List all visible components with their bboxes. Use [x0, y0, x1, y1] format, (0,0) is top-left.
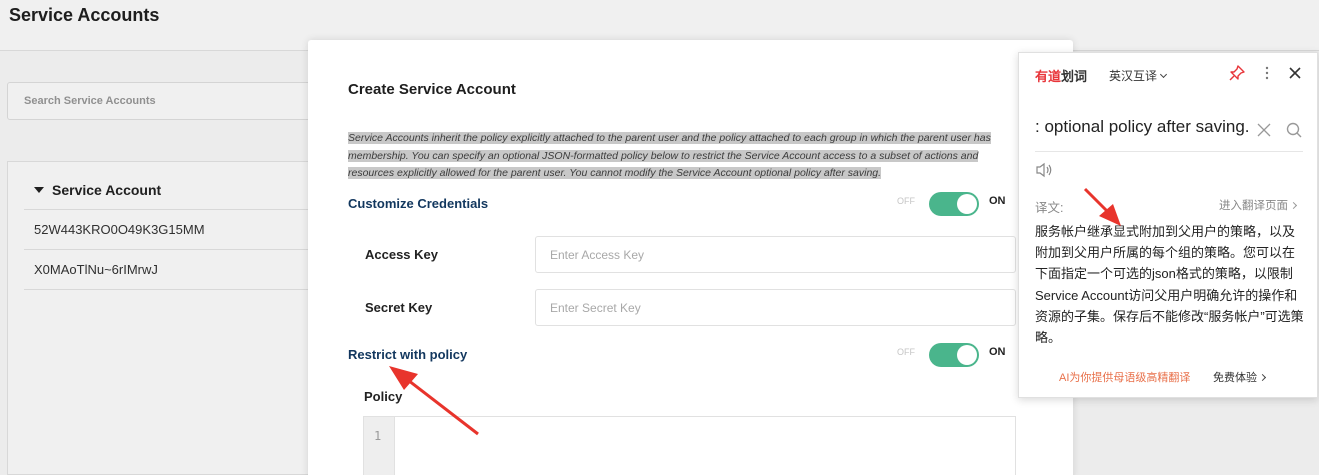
customize-credentials-label: Customize Credentials [348, 196, 489, 211]
query-text[interactable]: : optional policy after saving. [1035, 117, 1265, 137]
toggle-track[interactable] [929, 343, 979, 367]
chevron-down-icon [1159, 70, 1168, 79]
translation-label: 译文: [1035, 201, 1064, 215]
open-translate-page-link[interactable]: 进入翻译页面 [1219, 197, 1298, 213]
access-key-input[interactable] [535, 236, 1016, 273]
free-trial-link[interactable]: 免费体验 [1213, 369, 1267, 385]
secret-key-label: Secret Key [365, 300, 433, 315]
create-service-account-modal: Create Service Account Service Accounts … [308, 40, 1073, 475]
toggle-track[interactable] [929, 192, 979, 216]
translation-text: 服务帐户继承显式附加到父用户的策略，以及附加到父用户所属的每个组的策略。您可以在… [1035, 224, 1304, 346]
more-icon[interactable] [1257, 63, 1277, 83]
chevron-right-icon [1258, 373, 1267, 382]
toggle-off-label: OFF [897, 196, 915, 206]
translate-mode-dropdown[interactable]: 英汉互译 [1109, 67, 1168, 84]
policy-editor[interactable]: 1 [363, 416, 1016, 475]
toggle-knob [957, 345, 977, 365]
secret-key-input[interactable] [535, 289, 1016, 326]
search-icon[interactable] [1285, 121, 1303, 139]
chevron-right-icon [1289, 201, 1298, 210]
promo-text: AI为你提供母语级高精翻译 [1059, 372, 1191, 384]
divider [1035, 151, 1303, 152]
policy-label: Policy [364, 389, 403, 404]
toggle-on-label: ON [989, 346, 1006, 358]
close-icon[interactable] [1285, 63, 1305, 83]
modal-title: Create Service Account [348, 81, 516, 98]
modal-description: Service Accounts inherit the policy expl… [348, 130, 1008, 183]
popup-brand: 有道划词 [1035, 69, 1088, 84]
toggle-off-label: OFF [897, 347, 915, 357]
description-text: Service Accounts inherit the policy expl… [348, 132, 991, 179]
line-number: 1 [374, 429, 382, 443]
speaker-icon[interactable] [1035, 161, 1055, 179]
editor-gutter: 1 [364, 417, 395, 475]
toggle-on-label: ON [989, 195, 1006, 207]
pin-icon[interactable] [1227, 63, 1247, 83]
translation-popup: 有道划词 英汉互译 : optional policy after saving… [1018, 52, 1318, 398]
clear-icon[interactable] [1255, 121, 1273, 139]
toggle-knob [957, 194, 977, 214]
access-key-label: Access Key [365, 247, 438, 262]
restrict-with-policy-label: Restrict with policy [348, 347, 468, 362]
